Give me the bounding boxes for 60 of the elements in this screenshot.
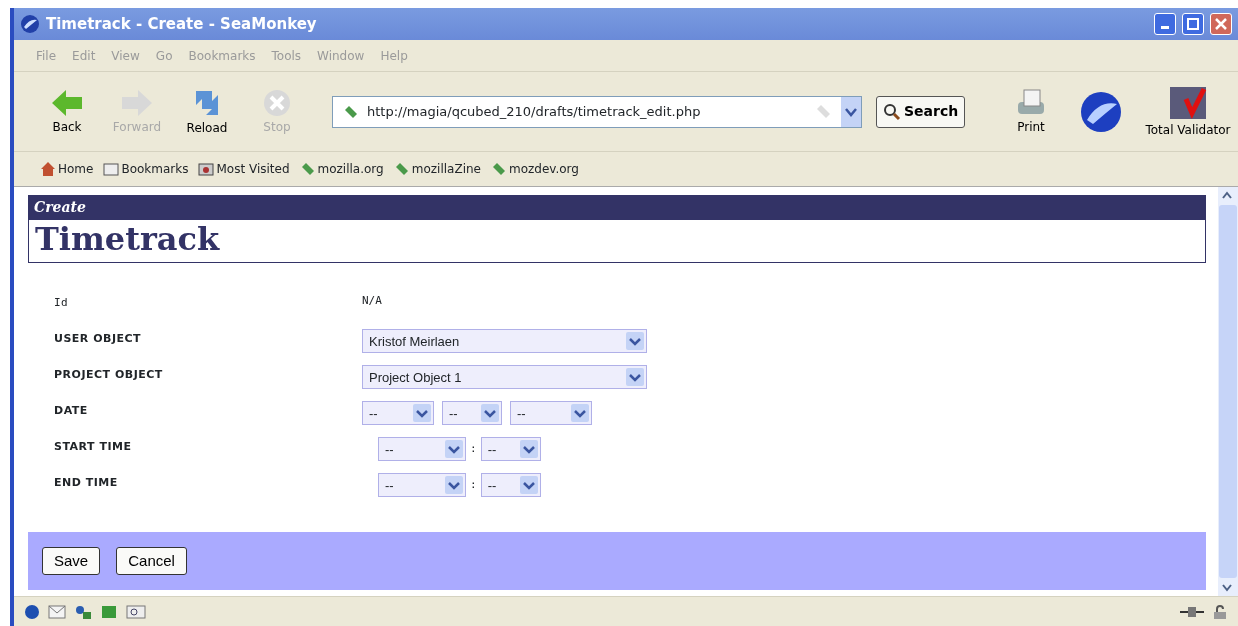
page-subtitle: Create bbox=[28, 195, 1206, 220]
bookmark-item[interactable]: Bookmarks bbox=[103, 160, 189, 178]
select-field[interactable]: -- bbox=[378, 437, 466, 462]
bookmark-item[interactable]: mozillaZine bbox=[393, 160, 481, 178]
search-icon bbox=[883, 102, 901, 121]
maximize-button[interactable] bbox=[1182, 13, 1204, 35]
minimize-icon bbox=[1161, 26, 1169, 29]
bookmark-item[interactable]: mozdev.org bbox=[490, 160, 579, 178]
home-icon bbox=[40, 161, 56, 177]
irc-icon[interactable] bbox=[126, 604, 146, 619]
bookmark-tag-icon bbox=[343, 103, 359, 120]
select-field[interactable]: -- bbox=[362, 401, 434, 426]
connection-icon[interactable] bbox=[1180, 605, 1204, 618]
time-separator: : bbox=[470, 477, 477, 494]
back-arrow-icon bbox=[50, 87, 84, 118]
select-field[interactable]: -- bbox=[510, 401, 592, 426]
minimize-button[interactable] bbox=[1154, 13, 1176, 35]
padlock-icon[interactable] bbox=[1212, 603, 1228, 620]
bookmark-item[interactable]: Home bbox=[40, 160, 94, 178]
toolbar-button[interactable]: Back bbox=[34, 87, 100, 136]
page-title: Timetrack bbox=[28, 220, 1206, 264]
save-button[interactable]: Save bbox=[42, 546, 101, 576]
search-button[interactable]: Search bbox=[876, 95, 966, 128]
select-field[interactable]: Project Object 1 bbox=[362, 365, 647, 390]
field-label: START TIME bbox=[54, 439, 133, 456]
folder-icon bbox=[103, 162, 120, 176]
field-label: USER OBJECT bbox=[54, 331, 143, 348]
cancel-button[interactable]: Cancel bbox=[116, 546, 187, 576]
select-field[interactable]: -- bbox=[480, 437, 541, 462]
field-label: Id bbox=[54, 295, 70, 312]
smart-folder-icon bbox=[198, 162, 215, 176]
select-field[interactable]: -- bbox=[378, 473, 466, 498]
bookmark-item[interactable]: Most Visited bbox=[198, 160, 290, 178]
bookmark-item[interactable]: mozilla.org bbox=[299, 160, 384, 178]
field-label: DATE bbox=[54, 403, 89, 420]
window-title: Timetrack - Create - SeaMonkey bbox=[46, 13, 317, 35]
select-field[interactable]: -- bbox=[442, 401, 502, 426]
composer-icon[interactable] bbox=[100, 603, 118, 620]
field-label: END TIME bbox=[54, 475, 119, 492]
field-label: PROJECT OBJECT bbox=[54, 367, 164, 384]
validator-button[interactable]: Total Validator bbox=[1138, 84, 1238, 139]
time-separator: : bbox=[470, 441, 477, 458]
scrollbar[interactable] bbox=[1218, 187, 1238, 596]
toolbar-button[interactable]: Reload bbox=[174, 86, 240, 137]
address-field[interactable]: http://magia/qcubed_210/drafts/timetrack_edit.php bbox=[332, 95, 862, 128]
stop-icon bbox=[262, 87, 292, 118]
print-button[interactable]: Print bbox=[998, 87, 1064, 136]
checkmark-icon bbox=[1168, 84, 1208, 121]
maximize-icon bbox=[1187, 18, 1199, 30]
url-text: http://magia/qcubed_210/drafts/timetrack_edit.php bbox=[367, 102, 702, 121]
close-icon bbox=[1215, 18, 1227, 30]
select-field[interactable]: Kristof Meirlaen bbox=[362, 329, 647, 354]
mail-icon[interactable] bbox=[48, 604, 66, 619]
select-field[interactable]: -- bbox=[480, 473, 541, 498]
close-button[interactable] bbox=[1210, 13, 1232, 35]
bird-logo-icon bbox=[1079, 89, 1123, 134]
field-value: N/A bbox=[362, 293, 382, 310]
globe-icon[interactable] bbox=[24, 603, 40, 620]
chat-icon[interactable] bbox=[74, 603, 92, 620]
app-logo-icon bbox=[20, 14, 40, 34]
